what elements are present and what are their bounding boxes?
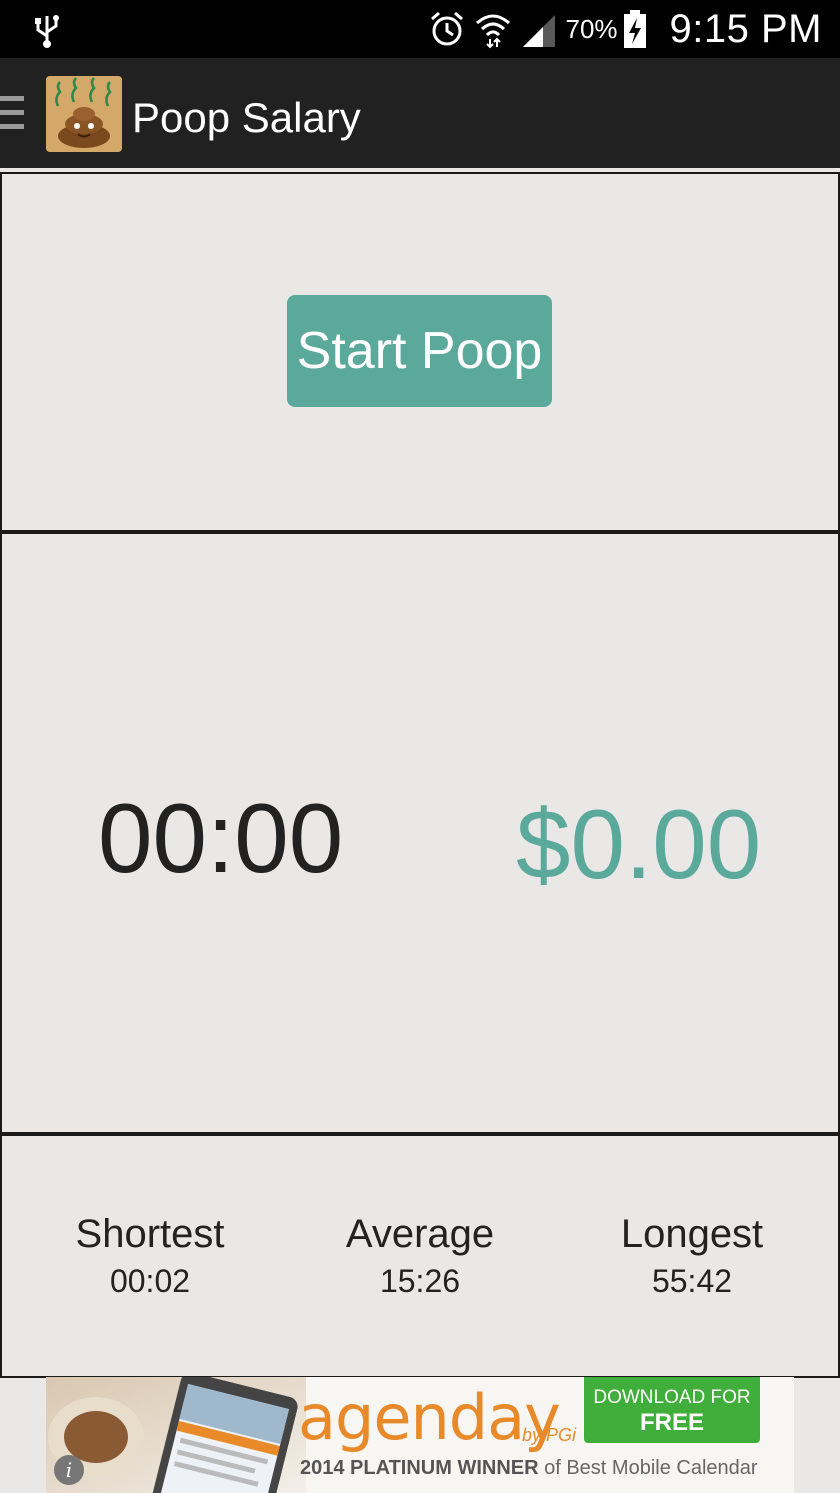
stat-average: Average 15:26 xyxy=(290,1212,550,1300)
session-earnings: $0.00 xyxy=(516,789,762,899)
alarm-icon xyxy=(431,11,464,46)
ad-phone-image xyxy=(46,1377,306,1493)
ad-cta-line2: FREE xyxy=(639,1409,704,1436)
wifi-icon xyxy=(476,14,511,49)
signal-icon xyxy=(523,15,556,47)
stat-shortest: Shortest 00:02 xyxy=(20,1212,280,1300)
stat-label: Shortest xyxy=(75,1212,225,1256)
app-title: Poop Salary xyxy=(132,94,361,141)
stat-label: Longest xyxy=(620,1212,764,1256)
battery-charging-icon xyxy=(623,10,646,48)
stats-panel: Shortest 00:02 Average 15:26 Longest 55:… xyxy=(0,1134,840,1378)
hamburger-menu-icon[interactable] xyxy=(0,96,26,130)
ad-banner[interactable]: i agenday by PGi DOWNLOAD FOR FREE 2014 … xyxy=(46,1377,794,1493)
ad-brand: agenday xyxy=(298,1381,561,1454)
start-poop-button[interactable]: Start Poop xyxy=(287,295,552,407)
ad-download-button[interactable]: DOWNLOAD FOR FREE xyxy=(584,1377,760,1443)
clock: 9:15 PM xyxy=(669,6,822,51)
ad-cta-line1: DOWNLOAD FOR xyxy=(593,1387,751,1408)
usb-icon xyxy=(35,15,59,48)
control-panel: Start Poop xyxy=(0,172,840,532)
session-timer: 00:00 xyxy=(98,783,344,893)
stat-label: Average xyxy=(345,1212,495,1256)
session-panel: 00:00 $0.00 xyxy=(0,532,840,1134)
poop-money-logo-icon[interactable] xyxy=(46,76,122,152)
stat-value: 55:42 xyxy=(651,1263,733,1299)
battery-percent: 70% xyxy=(565,13,618,44)
stat-value: 15:26 xyxy=(379,1263,461,1299)
ad-tagline-rest: of Best Mobile Calendar xyxy=(538,1457,758,1479)
ad-by-line: by PGi xyxy=(522,1425,577,1445)
ad-tagline-bold: 2014 PLATINUM WINNER xyxy=(300,1457,539,1479)
ad-tagline: 2014 PLATINUM WINNER of Best Mobile Cale… xyxy=(300,1457,758,1480)
stat-value: 00:02 xyxy=(109,1263,191,1299)
ad-info-icon[interactable]: i xyxy=(54,1455,84,1485)
action-bar: Poop Salary xyxy=(0,58,840,168)
status-bar: 70% 9:15 PM xyxy=(0,0,840,58)
stat-longest: Longest 55:42 xyxy=(562,1212,822,1300)
